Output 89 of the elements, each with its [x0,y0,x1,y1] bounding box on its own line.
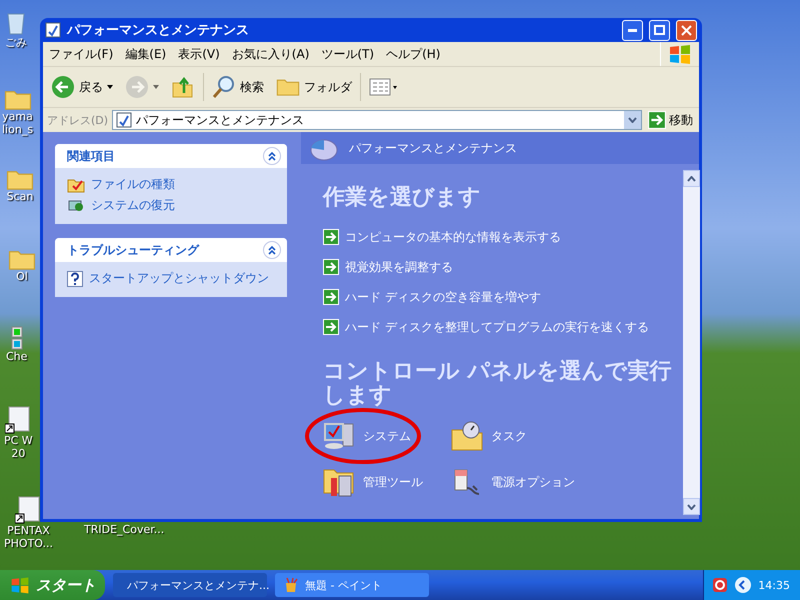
task-link[interactable]: コンピュータの基本的な情報を表示する [323,222,673,252]
back-button[interactable]: 戻る [47,73,117,101]
collapse-button[interactable] [263,241,281,259]
section-heading: コントロール パネルを選んで実行します [323,360,673,408]
tray-app-icon[interactable] [712,577,728,593]
window-title-icon [45,22,61,38]
folder-icon [6,168,34,190]
search-button[interactable]: 検索 [208,73,268,101]
menu-item[interactable]: 表示(V) [172,46,226,62]
desktop-icon-label[interactable]: Scan [6,190,34,204]
folders-icon [276,77,300,97]
taskbar-button[interactable]: パフォーマンスとメンテナ... [113,573,267,597]
maximize-icon [654,25,665,35]
desktop-icon-label[interactable]: ごみ [5,36,27,49]
search-icon [212,75,236,99]
side-link[interactable]: システムの復元 [67,197,277,214]
control-panel-link[interactable]: タスク [451,418,601,454]
desktop-icon-label[interactable]: PC W [4,434,33,447]
arrow-icon [323,259,339,275]
clock: 14:35 [758,578,790,592]
side-link[interactable]: ファイルの種類 [67,176,277,193]
panel-title: トラブルシューティング [67,242,199,258]
header-title: パフォーマンスとメンテナンス [349,140,517,156]
go-arrow-icon [648,111,666,129]
taskbar-button[interactable]: 無題 - ペイント [275,573,429,597]
desktop-icon-label[interactable]: yama [2,110,33,124]
expand-tray-icon[interactable] [734,576,752,594]
section-heading: 作業を選びます [323,184,482,212]
desktop-icon-label[interactable]: Ol [16,270,28,284]
double-chevron-icon [267,245,277,255]
control-panel-link[interactable]: システム [323,418,451,454]
arrow-icon [323,229,339,245]
task-link[interactable]: 視覚効果を調整する [323,252,673,282]
minimize-icon [628,28,637,32]
windows-flag-icon [10,576,30,594]
scroll-down-button[interactable] [683,498,700,515]
address-field[interactable]: パフォーマンスとメンテナンス [112,110,642,130]
desktop-icon-label[interactable]: PHOTO... [4,537,53,550]
task-link[interactable]: ハード ディスクを整理してプログラムの実行を速くする [323,312,673,342]
chevron-up-icon [687,176,696,182]
menu-item[interactable]: お気に入り(A) [226,46,316,62]
folder-icon [4,88,32,110]
desktop-icon-label[interactable]: 20 [11,447,26,460]
windows-flag-icon [668,44,692,64]
menu-item[interactable]: ファイル(F) [43,46,120,62]
control-panel-link[interactable]: 電源オプション [451,464,601,500]
views-grid-icon [369,77,399,97]
paint-cup-icon [283,577,299,593]
address-label: アドレス(D) [47,112,108,128]
folder-clock-icon [451,420,483,452]
help-icon [67,270,83,286]
menu-item[interactable]: 編集(E) [119,46,172,62]
panel-title: 関連項目 [67,148,115,164]
caret-icon [107,85,113,89]
chevron-down-icon [628,117,637,123]
shortcut-icon [5,406,32,434]
menu-item[interactable]: ヘルプ(H) [380,46,446,62]
arrow-icon [323,319,339,335]
desktop-icon-label[interactable]: lion_s [2,123,34,136]
dropdown-button[interactable] [624,111,641,129]
start-button[interactable]: スタート [0,570,105,600]
double-chevron-icon [267,151,277,161]
maximize-button[interactable] [649,20,670,40]
menu-item[interactable]: ツール(T) [315,46,380,62]
control-panel-icon [116,112,132,128]
arrow-icon [323,289,339,305]
desktop-icon-label[interactable]: PENTAX [7,524,50,537]
minimize-button[interactable] [622,20,643,40]
folder-up-icon [171,75,195,99]
collapse-button[interactable] [263,147,281,165]
side-link[interactable]: スタートアップとシャットダウン [67,270,277,287]
shortcut-icon [15,496,42,524]
close-icon [681,24,692,36]
restore-icon [67,198,85,214]
folders-button[interactable]: フォルダ [272,75,356,99]
desktop-icon-label[interactable]: TRIDE_Cover... [84,523,164,536]
window-icon [10,326,23,350]
go-button[interactable]: 移動 [646,111,695,129]
chevron-down-icon [687,504,696,510]
desktop-icon-label[interactable]: Che [6,350,28,363]
close-button[interactable] [676,20,697,40]
window-title: パフォーマンスとメンテナンス [67,22,250,39]
task-link[interactable]: ハード ディスクの空き容量を増やす [323,282,673,312]
control-panel-link[interactable]: 管理ツール [323,464,451,500]
folder-icon [8,248,36,270]
folder-check-icon [67,176,85,192]
computer-check-icon [323,420,355,452]
scroll-up-button[interactable] [683,170,700,187]
caret-icon [153,85,159,89]
